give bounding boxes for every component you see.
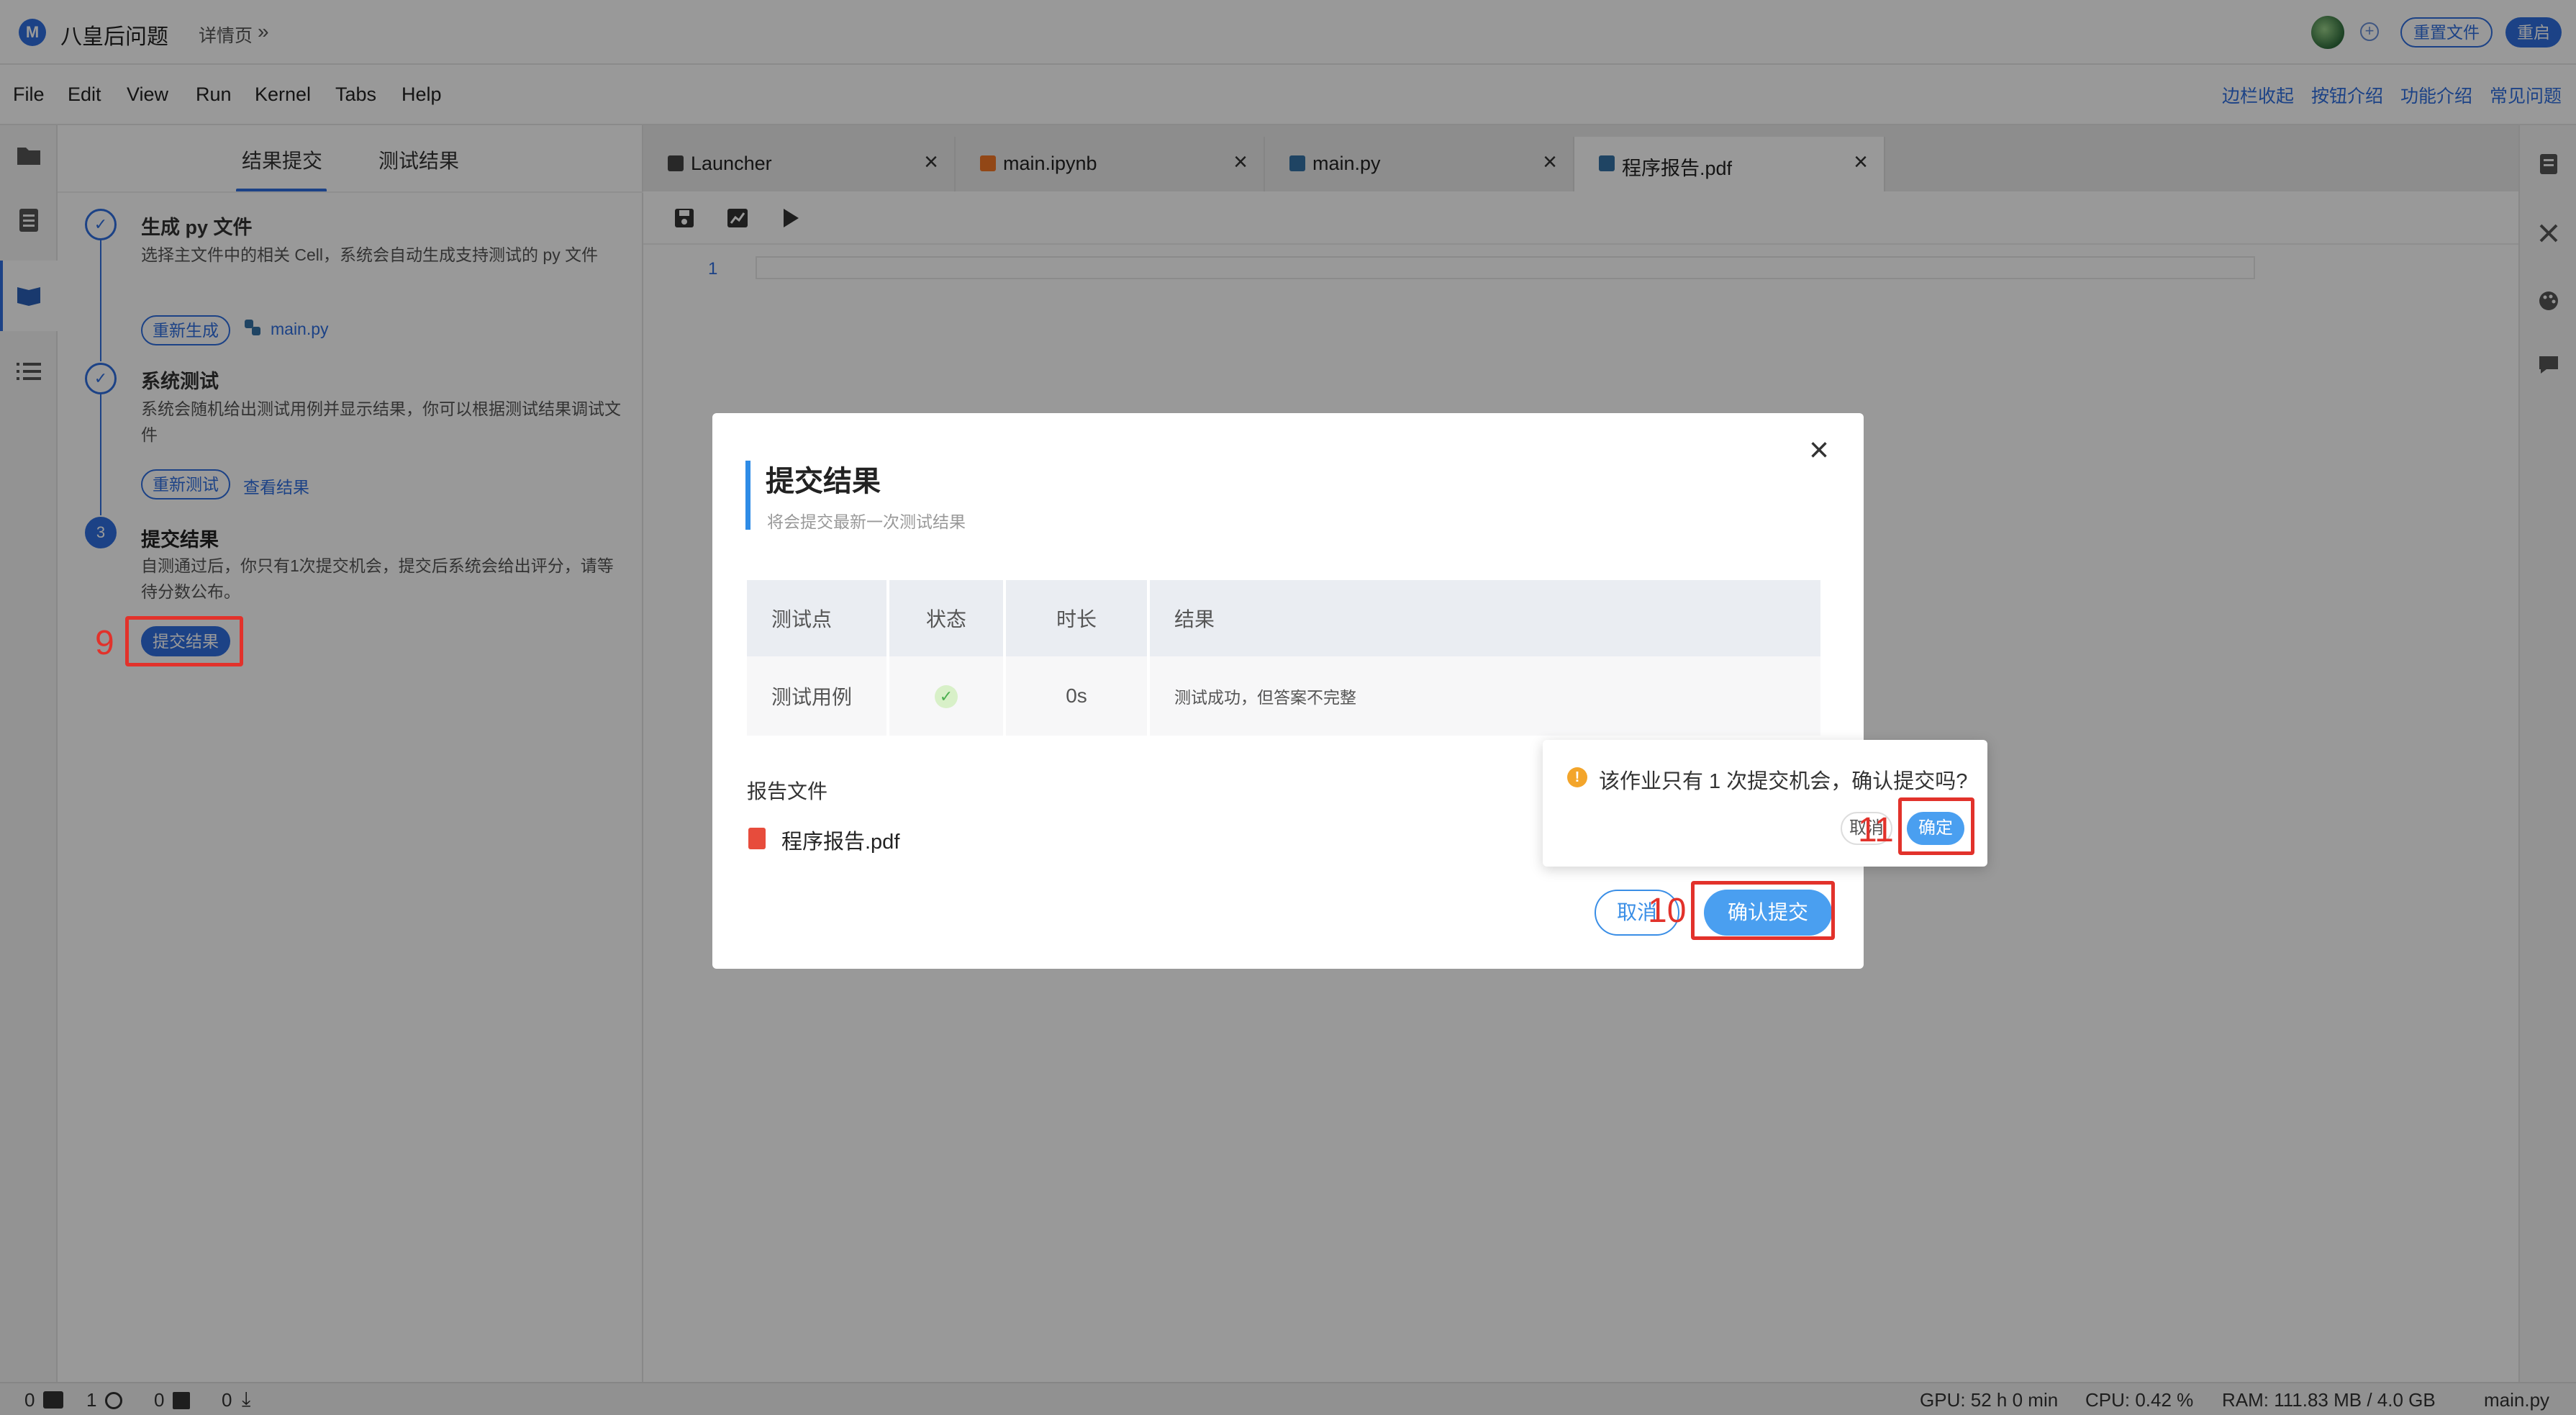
pdf-icon xyxy=(748,828,766,849)
test-point-cell: 测试用例 xyxy=(747,656,889,736)
table-row: 测试用例 ✓ 0s 测试成功，但答案不完整 xyxy=(747,656,1820,736)
result-cell: 测试成功，但答案不完整 xyxy=(1150,656,1820,736)
annotation-box-11 xyxy=(1898,797,1974,855)
dialog-subtitle: 将会提交最新一次测试结果 xyxy=(767,512,966,531)
report-file-label: 报告文件 xyxy=(747,780,828,803)
status-cell: ✓ xyxy=(889,656,1006,736)
dialog-title: 提交结果 xyxy=(766,466,881,497)
column-header: 测试点 xyxy=(747,580,889,656)
annotation-box-9 xyxy=(125,616,243,666)
column-header: 时长 xyxy=(1006,580,1150,656)
title-accent-bar xyxy=(745,461,750,530)
column-header: 结果 xyxy=(1150,580,1820,656)
annotation-box-10 xyxy=(1691,881,1835,940)
column-header: 状态 xyxy=(889,580,1006,656)
annotation-number-9: 9 xyxy=(95,624,114,662)
annotation-number-11: 11 xyxy=(1858,811,1894,849)
warning-icon: ! xyxy=(1567,767,1587,787)
report-file-name[interactable]: 程序报告.pdf xyxy=(781,825,899,855)
duration-cell: 0s xyxy=(1006,656,1150,736)
annotation-number-10: 10 xyxy=(1648,892,1687,930)
test-results-table: 测试点 状态 时长 结果 测试用例 ✓ 0s 测试成功，但答案不完整 xyxy=(747,580,1820,736)
check-circle-icon: ✓ xyxy=(935,685,958,708)
popover-message: 该作业只有 1 次提交机会，确认提交吗? xyxy=(1599,770,1968,793)
close-icon[interactable]: × xyxy=(1809,433,1829,468)
